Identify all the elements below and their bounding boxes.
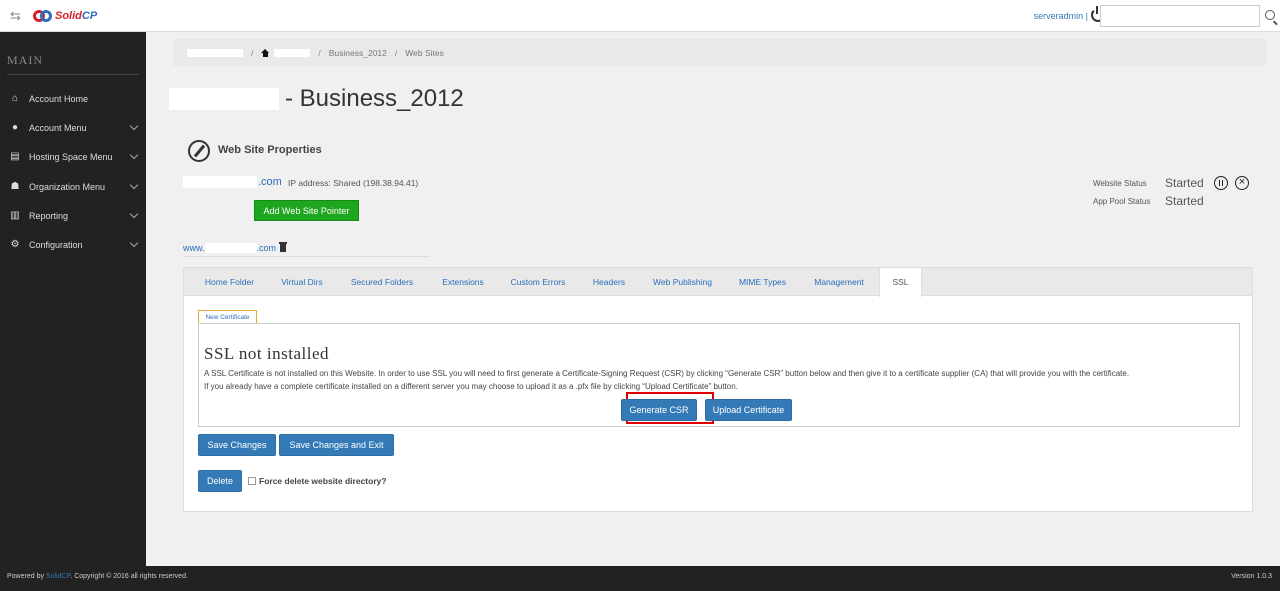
properties-panel: Home Folder Virtual Dirs Secured Folders… <box>183 267 1253 512</box>
ssl-heading: SSL not installed <box>204 344 329 363</box>
tab-custom-errors[interactable]: Custom Errors <box>502 268 574 296</box>
user-icon: ● <box>11 122 19 133</box>
tab-ssl[interactable]: SSL <box>879 268 922 297</box>
redacted-domain <box>183 176 257 188</box>
bar-chart-icon: ▥ <box>10 210 20 221</box>
footer-solidcp-link[interactable]: SolidCP <box>46 573 70 580</box>
logo-text-solid: Solid <box>55 10 82 22</box>
ssl-description: A SSL Certificate is not installed on th… <box>204 367 1236 393</box>
tab-home-folder[interactable]: Home Folder <box>193 268 266 296</box>
sidebar-toggle-icon[interactable]: ⇆ <box>10 9 24 23</box>
breadcrumb-separator: / <box>251 47 254 58</box>
server-icon: ▤ <box>10 151 20 162</box>
chevron-down-icon <box>129 209 139 219</box>
sidebar-item-account-home[interactable]: ⌂ Account Home <box>0 88 146 110</box>
sidebar-section-label: MAIN <box>7 53 43 67</box>
footer-copyright: Powered by SolidCP. Copyright © 2016 all… <box>7 573 188 580</box>
subtab-new-certificate[interactable]: New Certificate <box>198 310 257 324</box>
sidebar-item-configuration[interactable]: ⚙ Configuration <box>0 234 146 256</box>
tab-virtual-dirs[interactable]: Virtual Dirs <box>271 268 333 296</box>
ip-address-text: IP address: Shared (198.38.94.41) <box>288 178 419 188</box>
sidebar-item-label: Configuration <box>29 240 83 250</box>
breadcrumb-item-business[interactable]: Business_2012 <box>329 48 387 58</box>
ssl-description-line-1: A SSL Certificate is not installed on th… <box>204 369 1130 378</box>
chevron-down-icon <box>129 150 139 160</box>
users-icon: ☗ <box>10 181 20 192</box>
delete-button[interactable]: Delete <box>198 470 242 492</box>
logo-mark-icon <box>33 8 53 24</box>
solidcp-logo[interactable]: SolidCP <box>33 7 97 25</box>
ssl-content-box: SSL not installed A SSL Certificate is n… <box>198 323 1240 427</box>
save-changes-button[interactable]: Save Changes <box>198 434 276 456</box>
sidebar-item-label: Reporting <box>29 211 69 221</box>
chevron-down-icon <box>129 121 139 131</box>
home-icon: ⌂ <box>11 93 19 104</box>
pointer-suffix: .com <box>256 242 277 253</box>
search-icon[interactable] <box>1265 10 1275 20</box>
domain-name-link[interactable]: .com <box>258 176 282 188</box>
force-delete-label[interactable]: Force delete website directory? <box>259 476 387 486</box>
compass-icon <box>188 140 210 162</box>
add-web-site-pointer-button[interactable]: Add Web Site Pointer <box>254 200 359 221</box>
home-icon[interactable] <box>261 48 270 57</box>
tab-bar: Home Folder Virtual Dirs Secured Folders… <box>184 268 1252 297</box>
pointer-prefix: www. <box>183 242 205 253</box>
sidebar-item-label: Hosting Space Menu <box>29 152 113 162</box>
logo-text-cp: CP <box>81 10 98 22</box>
redacted-breadcrumb[interactable] <box>187 48 243 57</box>
tab-management[interactable]: Management <box>805 268 873 296</box>
footer: Powered by SolidCP. Copyright © 2016 all… <box>0 566 1280 591</box>
website-status-value: Started <box>1165 176 1204 190</box>
breadcrumb-item-web-sites: Web Sites <box>405 47 444 58</box>
page-title: - Business_2012 <box>285 85 464 112</box>
web-site-pointer-row: www. .com <box>183 240 430 257</box>
pointer-link[interactable]: www. .com <box>183 243 276 254</box>
sidebar-item-hosting-space-menu[interactable]: ▤ Hosting Space Menu <box>0 146 146 168</box>
redacted-pointer <box>204 243 257 254</box>
user-link[interactable]: serveradmin | <box>1034 11 1088 21</box>
footer-powered-prefix: Powered by <box>7 573 44 580</box>
footer-copyright-text: . Copyright © 2016 all rights reserved. <box>70 573 188 580</box>
chevron-down-icon <box>129 238 139 248</box>
trash-icon[interactable] <box>279 242 288 252</box>
upload-certificate-button[interactable]: Upload Certificate <box>705 399 792 421</box>
sidebar-divider <box>7 74 139 75</box>
ssl-description-line-2: If you already have a complete certifica… <box>204 382 738 391</box>
search-input[interactable] <box>1100 5 1260 27</box>
chevron-down-icon <box>129 180 139 190</box>
top-bar: ⇆ SolidCP serveradmin | <box>0 0 1280 32</box>
pause-icon[interactable] <box>1214 176 1228 190</box>
generate-csr-button[interactable]: Generate CSR <box>621 399 697 421</box>
sidebar-item-account-menu[interactable]: ● Account Menu <box>0 117 146 139</box>
sidebar-item-organization-menu[interactable]: ☗ Organization Menu <box>0 176 146 198</box>
sidebar-item-label: Account Menu <box>29 123 87 133</box>
stop-icon[interactable]: × <box>1235 176 1249 190</box>
app-pool-status-value: Started <box>1165 194 1204 208</box>
section-title: Web Site Properties <box>218 144 322 156</box>
footer-version: Version 1.0.3 <box>1231 573 1272 580</box>
sidebar-item-label: Account Home <box>29 94 89 104</box>
force-delete-checkbox[interactable] <box>248 477 256 485</box>
tab-web-publishing[interactable]: Web Publishing <box>644 268 721 296</box>
save-changes-and-exit-button[interactable]: Save Changes and Exit <box>279 434 394 456</box>
redacted-breadcrumb[interactable] <box>274 48 311 57</box>
tab-extensions[interactable]: Extensions <box>432 268 494 296</box>
redacted-title <box>169 88 279 110</box>
sidebar: MAIN ⌂ Account Home ● Account Menu ▤ Hos… <box>0 32 146 566</box>
app-pool-status-label: App Pool Status <box>1093 197 1151 206</box>
tab-headers[interactable]: Headers <box>584 268 634 296</box>
website-status-label: Website Status <box>1093 179 1147 188</box>
breadcrumb: / / Business_2012 / Web Sites <box>173 39 1266 66</box>
gears-icon: ⚙ <box>10 239 20 250</box>
sidebar-item-label: Organization Menu <box>29 182 106 192</box>
sidebar-item-reporting[interactable]: ▥ Reporting <box>0 205 146 227</box>
breadcrumb-separator: / <box>318 47 321 58</box>
tab-mime-types[interactable]: MIME Types <box>731 268 794 296</box>
breadcrumb-separator: / <box>394 47 398 58</box>
tab-secured-folders[interactable]: Secured Folders <box>341 268 423 296</box>
